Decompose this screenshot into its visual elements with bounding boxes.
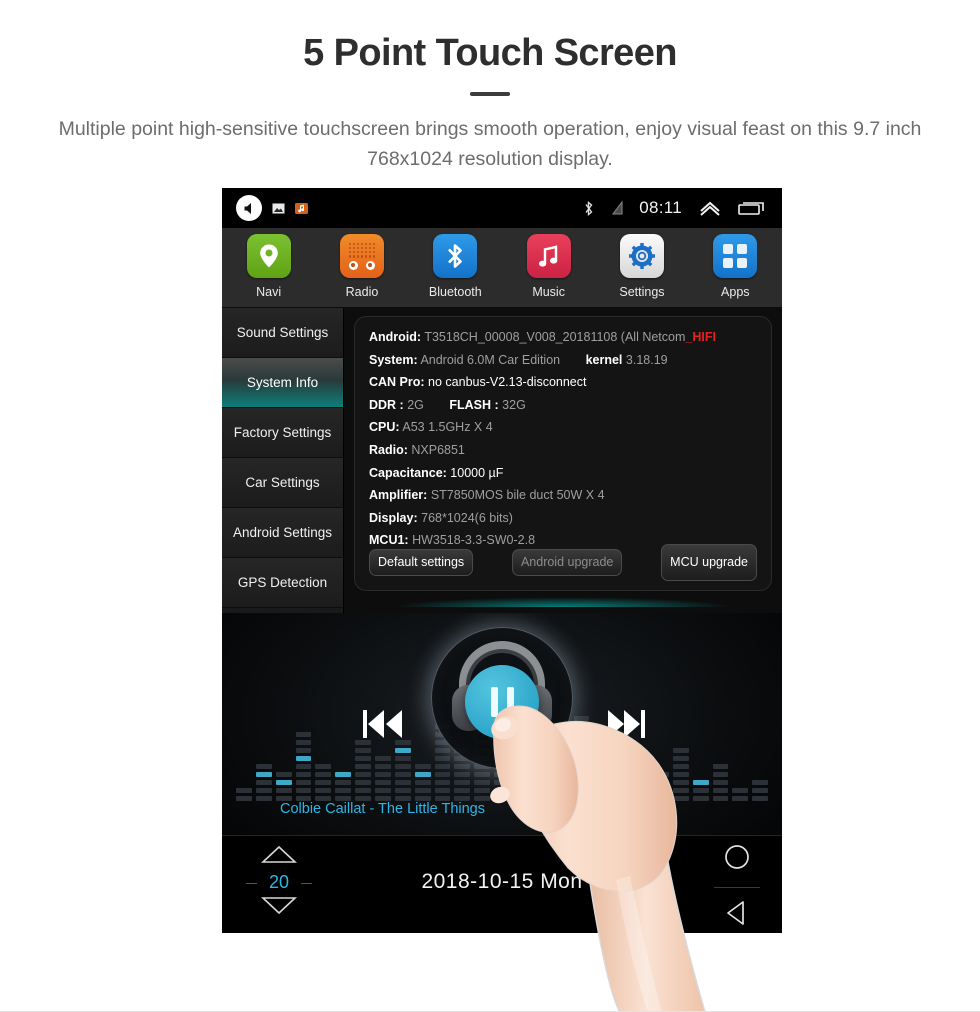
car-head-unit-screen: 08:11 Navi Radio Bluetooth Music Setting… [222,188,782,933]
info-key: CAN Pro: [369,375,425,390]
screenshot-icon [272,202,285,214]
info-key: Radio: [369,442,408,457]
app-label: Settings [619,285,665,299]
recents-icon[interactable] [738,200,768,216]
info-key2: kernel [585,352,623,367]
info-value: 2G [407,397,424,412]
radio-icon [339,234,384,278]
sidebar-item-android-settings[interactable]: Android Settings [222,508,343,558]
back-triangle-icon[interactable] [723,901,751,932]
app-label: Navi [256,285,282,299]
info-row-system: System: Android 6.0M Car Edition kernel … [369,349,757,372]
info-row-android: Android: T3518CH_00008_V008_20181108 (Al… [369,326,757,349]
system-info-panel: Android: T3518CH_00008_V008_20181108 (Al… [344,308,782,613]
info-row-amplifier: Amplifier: ST7850MOS bile duct 50W X 4 [369,484,757,507]
page-title: 5 Point Touch Screen [303,32,677,74]
date-display: 2018-10-15 Mon [421,870,583,893]
music-note-icon [526,234,571,278]
info-key: CPU: [369,420,400,435]
sidebar-item-system-info[interactable]: System Info [222,358,343,408]
music-notification-icon [295,202,308,214]
bluetooth-icon [582,200,595,217]
info-hifi-tag: _HIFI [685,330,716,344]
info-key: System: [369,352,418,367]
music-player: Colbie Caillat - The Little Things [222,613,782,835]
app-radio[interactable]: Radio [319,234,405,299]
app-label: Music [532,285,565,299]
info-key: Android: [369,330,422,344]
bottom-bar: 20 2018-10-15 Mon [222,835,782,933]
info-key2: FLASH : [449,397,499,412]
info-row-capacitance: Capacitance: 10000 µF [369,462,757,485]
app-label: Apps [721,285,750,299]
app-label: Radio [345,285,379,299]
grid-apps-icon [713,234,758,278]
system-nav-buttons [706,842,768,933]
info-row-canpro: CAN Pro: no canbus-V2.13-disconnect [369,371,757,394]
app-bluetooth[interactable]: Bluetooth [412,234,498,299]
triangle-up-icon[interactable] [244,844,314,870]
status-clock: 08:11 [639,198,682,217]
info-row-cpu: CPU: A53 1.5GHz X 4 [369,416,757,439]
nav-divider [714,887,760,888]
android-upgrade-button[interactable]: Android upgrade [511,549,623,576]
system-info-buttons: Default settings Android upgrade MCU upg… [369,544,757,581]
triangle-down-icon[interactable] [244,895,314,921]
title-divider [470,92,510,96]
next-track-icon[interactable] [598,706,654,747]
info-row-radio: Radio: NXP6851 [369,439,757,462]
app-navi[interactable]: Navi [226,234,312,299]
app-launcher-row: Navi Radio Bluetooth Music Settings Apps [222,228,782,308]
app-settings[interactable]: Settings [599,234,685,299]
now-playing-track: Colbie Caillat - The Little Things [280,801,485,817]
system-info-card: Android: T3518CH_00008_V008_20181108 (Al… [354,316,772,591]
sidebar-item-factory-settings[interactable]: Factory Settings [222,408,343,458]
info-value2: 32G [502,397,526,412]
chevron-up-icon[interactable] [698,200,722,216]
app-apps[interactable]: Apps [692,234,778,299]
app-music[interactable]: Music [506,234,592,299]
sidebar-item-car-settings[interactable]: Car Settings [222,458,343,508]
info-value: Android 6.0M Car Edition [420,352,561,367]
promo-page: 5 Point Touch Screen Multiple point high… [0,0,980,1012]
info-key: Amplifier: [369,488,428,503]
speaker-mute-icon[interactable] [236,195,262,221]
status-bar: 08:11 [222,188,782,228]
sidebar-item-sound-settings[interactable]: Sound Settings [222,308,343,358]
app-label: Bluetooth [428,285,482,299]
settings-screen: Sound Settings System Info Factory Setti… [222,308,782,613]
panel-glow [344,593,782,607]
info-key: DDR : [369,397,404,412]
settings-sidebar: Sound Settings System Info Factory Setti… [222,308,344,613]
info-value: 10000 µF [450,465,504,480]
info-row-display: Display: 768*1024(6 bits) [369,507,757,530]
info-value: NXP6851 [411,442,465,457]
info-key: Capacitance: [369,465,447,480]
info-value: ST7850MOS bile duct 50W X 4 [430,488,605,503]
info-key: Display: [369,510,418,525]
home-circle-icon[interactable] [722,845,752,876]
previous-track-icon[interactable] [356,706,412,747]
info-value: A53 1.5GHz X 4 [402,420,493,435]
info-value: T3518CH_00008_V008_20181108 (All Netcom [424,330,686,344]
info-value: 768*1024(6 bits) [421,510,513,525]
no-signal-icon [611,200,623,216]
mcu-upgrade-button[interactable]: MCU upgrade [661,544,757,581]
info-value: no canbus-V2.13-disconnect [428,375,587,390]
pause-icon[interactable] [465,665,539,739]
sidebar-item-gps-detection[interactable]: GPS Detection [222,558,343,608]
location-pin-icon [246,234,291,278]
default-settings-button[interactable]: Default settings [369,549,474,576]
info-value2: 3.18.19 [625,352,668,367]
page-subtitle: Multiple point high-sensitive touchscree… [58,118,922,170]
info-row-ddr-flash: DDR : 2G FLASH : 32G [369,394,757,417]
bluetooth-icon [433,234,478,278]
gear-icon [619,234,664,278]
